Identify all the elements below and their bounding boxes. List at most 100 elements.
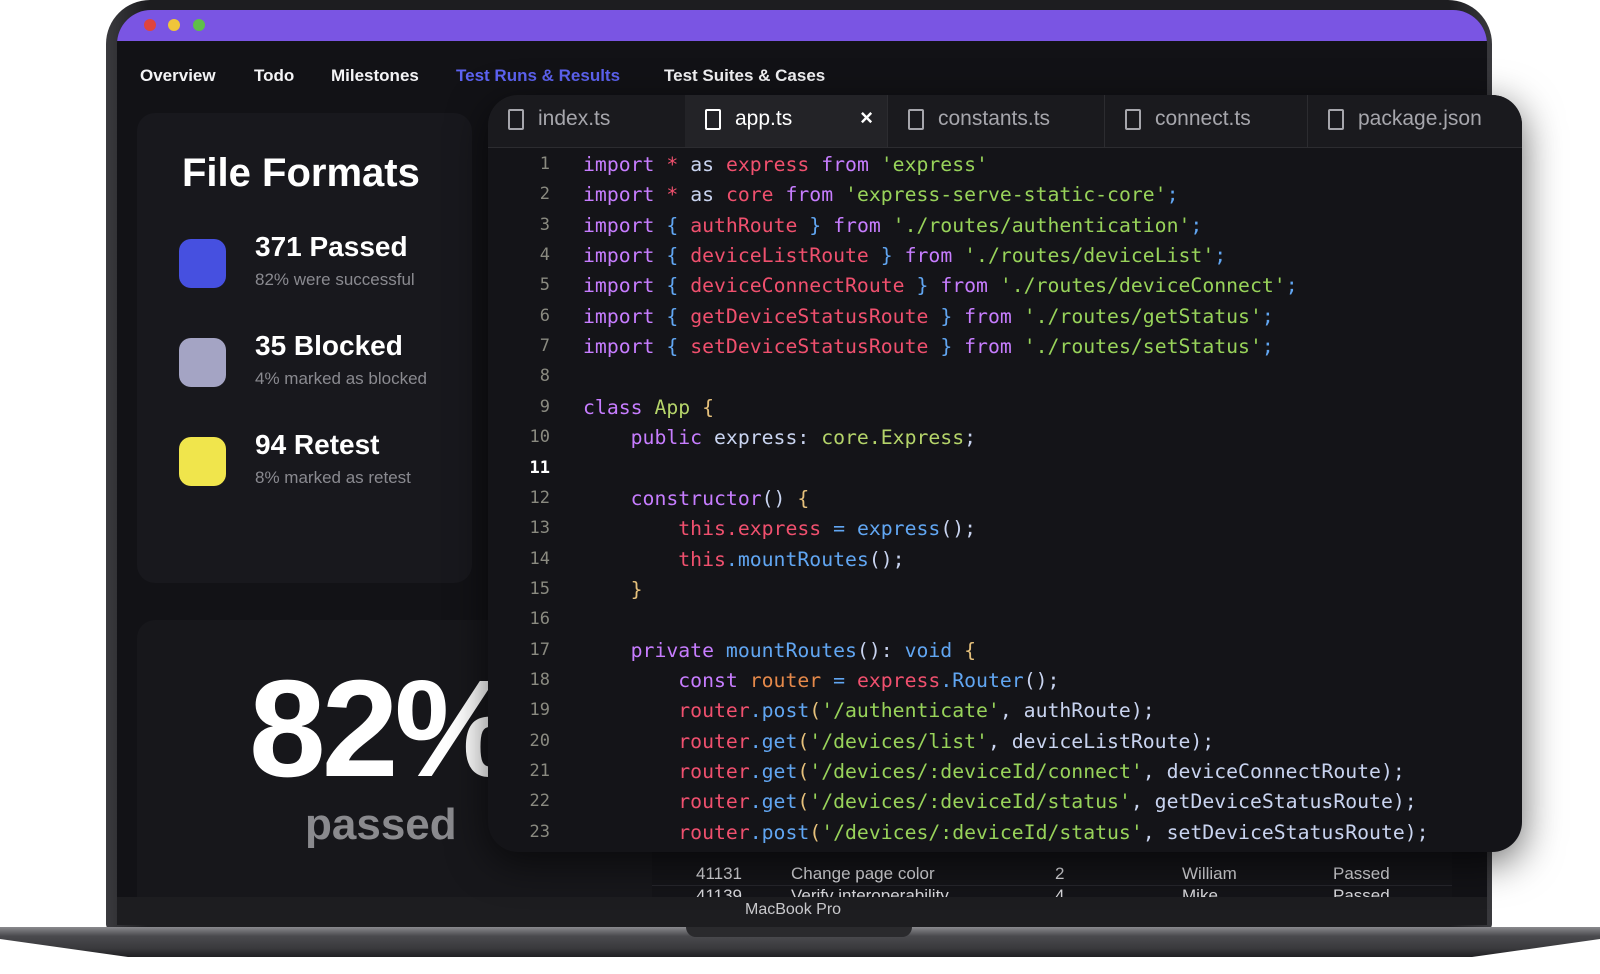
code-token: } [880, 244, 905, 268]
code-token: } [583, 577, 643, 601]
code-token: } [809, 213, 834, 237]
code-token: ( [809, 699, 822, 723]
code-token: ; [1166, 183, 1179, 207]
code-token: express [856, 668, 941, 692]
laptop-notch [686, 927, 912, 937]
code-token: { [666, 213, 691, 237]
tab-index-ts[interactable]: index.ts [488, 95, 686, 147]
code-token: , deviceListRoute); [987, 729, 1215, 753]
passed-count: 371 Passed [255, 231, 408, 262]
code-line[interactable]: router.post('/authenticate', authRoute); [583, 699, 1154, 723]
code-token: void [904, 638, 965, 662]
nav-overview[interactable]: Overview [140, 66, 216, 86]
code-token: { [666, 335, 691, 359]
blocked-color-swatch [179, 338, 226, 387]
code-token: '/authenticate' [821, 699, 1000, 723]
nav-test-runs-results[interactable]: Test Runs & Results [456, 66, 620, 86]
line-number: 9 [539, 396, 550, 417]
code-line[interactable]: const router = express.Router(); [583, 669, 1059, 692]
file-icon [908, 109, 924, 130]
code-token: class [583, 395, 655, 419]
code-token: .get [749, 760, 798, 783]
bottom-bezel: MacBook Pro [117, 897, 1487, 925]
code-token: } [940, 335, 965, 359]
code-line[interactable]: class App { [583, 396, 714, 419]
code-token: './routes/setStatus' [1023, 335, 1262, 359]
code-line[interactable]: import { authRoute } from './routes/auth… [583, 214, 1202, 237]
code-token: from [904, 244, 965, 268]
code-token: router [583, 820, 750, 844]
code-token: , deviceConnectRoute); [1142, 760, 1405, 783]
code-token: 'express-serve-static-core' [845, 183, 1167, 207]
cell-assignee: William [1182, 864, 1237, 883]
code-token: from [964, 304, 1024, 328]
code-token: ( [797, 760, 810, 783]
code-token: core.Express [821, 426, 965, 450]
code-token: deviceConnectRoute [690, 274, 917, 298]
code-line[interactable]: router.get('/devices/list', deviceListRo… [583, 730, 1214, 753]
code-token: ( [797, 729, 810, 753]
code-token: express [725, 153, 822, 176]
code-line[interactable]: import { setDeviceStatusRoute } from './… [583, 335, 1274, 358]
code-line[interactable]: router.post('/devices/:deviceId/status',… [583, 820, 1428, 844]
line-number: 1 [539, 154, 550, 174]
code-token: .mountRoutes [725, 547, 869, 571]
code-token: express: [714, 426, 822, 450]
tab-label: package.json [1358, 107, 1482, 130]
line-number: 12 [529, 487, 550, 508]
code-line[interactable]: import { deviceConnectRoute } from './ro… [583, 274, 1298, 297]
file-formats-card: File Formats 371 Passed 82% were success… [137, 113, 472, 583]
retest-subtitle: 8% marked as retest [255, 468, 411, 487]
code-line[interactable]: import { deviceListRoute } from './route… [583, 244, 1226, 267]
code-token: import [583, 304, 667, 328]
code-line[interactable]: } [583, 578, 643, 601]
tab-package-json[interactable]: package.json [1308, 95, 1522, 147]
line-number: 5 [539, 275, 550, 296]
code-token: constructor [583, 486, 762, 510]
line-number: 22 [529, 791, 550, 812]
code-line[interactable]: this.mountRoutes(); [583, 547, 905, 571]
tab-connect-ts[interactable]: connect.ts [1105, 95, 1308, 147]
tab-label: index.ts [538, 107, 611, 130]
code-line[interactable]: import * as express from 'express' [583, 153, 988, 176]
code-token: from [940, 274, 1000, 298]
file-icon [705, 109, 721, 130]
code-line[interactable]: constructor() { [583, 486, 810, 510]
file-icon [508, 109, 524, 130]
code-line[interactable]: router.get('/devices/:deviceId/connect',… [583, 760, 1405, 783]
tab-app-ts[interactable]: app.ts × [685, 95, 888, 147]
code-token: .post [749, 820, 810, 844]
code-token: import [583, 183, 655, 207]
line-number: 18 [529, 669, 550, 690]
code-line[interactable]: this.express = express(); [583, 517, 976, 540]
pass-rate-label: passed [305, 800, 457, 849]
code-line[interactable]: import { getDeviceStatusRoute } from './… [583, 305, 1274, 328]
minimize-window-button[interactable] [168, 19, 180, 31]
nav-todo[interactable]: Todo [254, 66, 294, 86]
code-token: private [583, 638, 726, 662]
nav-test-suites-cases[interactable]: Test Suites & Cases [664, 66, 825, 86]
code-line[interactable]: private mountRoutes(): void { [583, 639, 976, 662]
code-token: (); [868, 547, 905, 571]
line-number: 13 [529, 518, 550, 539]
code-line[interactable]: public express: core.Express; [583, 426, 976, 449]
code-token: 'express' [880, 153, 988, 176]
code-token: getDeviceStatusRoute [690, 304, 941, 328]
tab-constants-ts[interactable]: constants.ts [888, 95, 1105, 147]
code-token: ; [964, 426, 977, 450]
code-token: ( [797, 790, 810, 814]
close-tab-icon[interactable]: × [860, 105, 873, 131]
code-token: router [583, 760, 750, 783]
passed-subtitle: 82% were successful [255, 270, 415, 289]
code-token: { [964, 638, 977, 662]
cell-status: Passed [1333, 864, 1390, 883]
code-token: , getDeviceStatusRoute); [1130, 790, 1417, 814]
close-window-button[interactable] [144, 19, 156, 31]
code-token: = [833, 517, 857, 541]
maximize-window-button[interactable] [193, 19, 205, 31]
code-line[interactable]: router.get('/devices/:deviceId/status', … [583, 790, 1417, 814]
code-token: (); [1023, 668, 1060, 692]
nav-milestones[interactable]: Milestones [331, 66, 419, 86]
line-number: 10 [529, 427, 550, 448]
code-line[interactable]: import * as core from 'express-serve-sta… [583, 183, 1179, 206]
